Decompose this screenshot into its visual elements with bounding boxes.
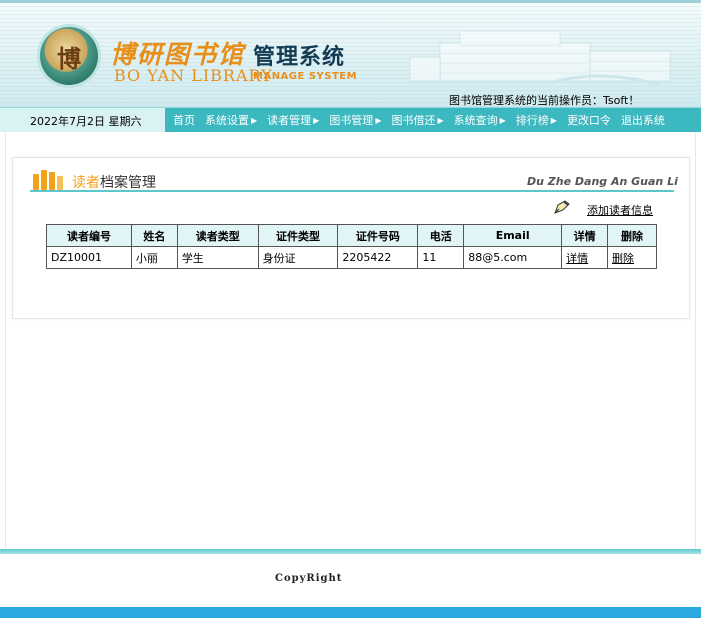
col-id-type: 证件类型 [257,224,339,247]
nav-item-3[interactable]: 图书管理 ▶ [324,112,386,128]
triangle-right-icon: ▶ [375,115,382,125]
nav-menu: 首页 系统设置 ▶ 读者管理 ▶ 图书管理 ▶ 图书借还 ▶ 系统查询 ▶ 排行榜 ▶ 更改口令 退出系统 [168,108,670,132]
triangle-right-icon: ▶ [313,115,320,125]
cell-id-number: 2205422 [337,246,419,269]
page-frame: 博 博研图书馆 管理系统 BO YAN LIBRARY MANAGE SYSTE… [0,0,701,618]
bookshelf-icon [33,170,67,190]
add-reader-link[interactable]: 添加读者信息 [587,202,653,218]
nav-item-8[interactable]: 退出系统 [616,112,670,128]
triangle-right-icon: ▶ [251,115,258,125]
library-name-english: BO YAN LIBRARY [114,66,273,85]
date-display: 2022年7月2日 星期六 [0,108,165,132]
section-title-highlight: 读者 [72,175,100,191]
reader-table: 读者编号 姓名 读者类型 证件类型 证件号码 电活 Email 详情 删除 DZ… [46,224,657,269]
cell-phone: 11 [417,246,465,269]
nav-item-label: 系统设置 [205,114,249,127]
library-building-illustration [409,30,671,87]
section-title: 档案管理 [100,175,156,191]
system-name-english: MANAGE SYSTEM [253,71,358,82]
current-operator-text: 图书馆管理系统的当前操作员：Tsoft！ [449,94,640,107]
copyright-text: CopyRight [275,573,343,584]
nav-item-label: 图书借还 [391,114,436,127]
triangle-right-icon: ▶ [499,115,506,125]
col-reader-type: 读者类型 [176,224,259,247]
col-delete: 删除 [607,224,657,247]
footer-divider [0,549,701,554]
title-divider [30,190,674,192]
pencil-edit-icon[interactable] [553,199,571,215]
nav-item-1[interactable]: 系统设置 ▶ [200,112,262,128]
nav-item-label: 更改口令 [566,114,611,127]
delete-link[interactable]: 删除 [607,246,657,269]
nav-item-label: 排行榜 [515,114,549,127]
nav-item-label: 读者管理 [267,114,312,127]
cell-reader-id: DZ10001 [46,246,132,269]
header-banner: 博 博研图书馆 管理系统 BO YAN LIBRARY MANAGE SYSTE… [0,0,701,107]
section-title-pinyin: Du Zhe Dang An Guan Li [527,175,678,188]
cell-id-type: 身份证 [257,246,339,269]
triangle-right-icon: ▶ [550,115,557,125]
nav-item-2[interactable]: 读者管理 ▶ [262,112,324,128]
col-name: 姓名 [130,224,178,247]
col-detail: 详情 [561,224,609,247]
bottom-bar [0,607,701,618]
detail-link[interactable]: 详情 [561,246,609,269]
col-reader-id: 读者编号 [46,224,132,247]
nav-item-label: 首页 [173,114,195,127]
col-id-number: 证件号码 [337,224,419,247]
nav-item-7[interactable]: 更改口令 [562,112,616,128]
cell-reader-type: 学生 [176,246,259,269]
main-nav-bar: 2022年7月2日 星期六 首页 系统设置 ▶ 读者管理 ▶ 图书管理 ▶ 图书借还 ▶ 系统查询… [0,107,701,132]
nav-item-label: 图书管理 [329,114,374,127]
nav-item-4[interactable]: 图书借还 ▶ [386,112,448,128]
col-phone: 电活 [417,224,465,247]
nav-item-0[interactable]: 首页 [168,112,200,128]
date-text: 2022年7月2日 星期六 [30,115,142,128]
table-row: DZ10001 小丽 学生 身份证 2205422 11 88@5.com 详情… [46,246,657,269]
nav-item-label: 系统查询 [453,114,498,127]
cell-email: 88@5.com [463,246,563,269]
triangle-right-icon: ▶ [437,115,444,125]
nav-item-6[interactable]: 排行榜 ▶ [511,112,562,128]
table-header-row: 读者编号 姓名 读者类型 证件类型 证件号码 电活 Email 详情 删除 [46,224,657,247]
col-email: Email [463,224,563,247]
library-seal-logo: 博 [40,27,98,85]
cell-name: 小丽 [130,246,178,269]
nav-item-label: 退出系统 [620,114,665,127]
nav-item-5[interactable]: 系统查询 ▶ [449,112,511,128]
